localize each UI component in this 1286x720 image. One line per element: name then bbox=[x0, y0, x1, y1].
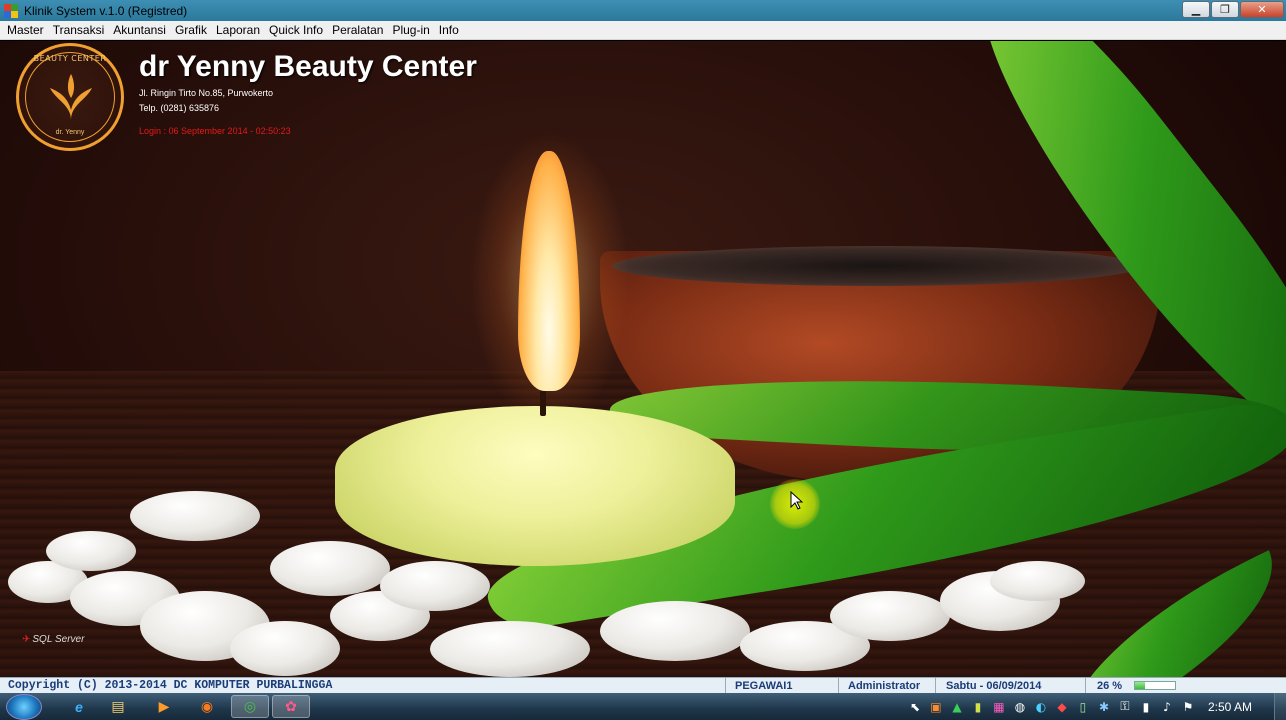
tray-signal-icon[interactable]: ▮ bbox=[1137, 698, 1155, 716]
clinic-logo: BEAUTY CENTER dr. Yenny bbox=[16, 43, 124, 151]
stone bbox=[600, 601, 750, 661]
menu-akuntansi[interactable]: Akuntansi bbox=[109, 23, 170, 37]
stone bbox=[130, 491, 260, 541]
stone bbox=[830, 591, 950, 641]
tray-soccer-icon[interactable]: ◍ bbox=[1011, 698, 1029, 716]
stone bbox=[230, 621, 340, 676]
tray-network-icon[interactable]: ▣ bbox=[927, 698, 945, 716]
menu-plug-in[interactable]: Plug-in bbox=[388, 23, 433, 37]
login-timestamp: Login : 06 September 2014 - 02:50:23 bbox=[139, 126, 291, 136]
tray-antivirus-icon[interactable]: ◆ bbox=[1053, 698, 1071, 716]
taskbar-clock[interactable]: 2:50 AM bbox=[1208, 700, 1252, 714]
phone-line: Telp. (0281) 635876 bbox=[139, 103, 220, 113]
tray-app-icon[interactable]: ▦ bbox=[990, 698, 1008, 716]
desktop-wallpaper bbox=[0, 41, 1286, 677]
stone bbox=[270, 541, 390, 596]
menu-master[interactable]: Master bbox=[3, 23, 48, 37]
progress-bar bbox=[1134, 681, 1176, 690]
tray-power-icon[interactable]: ⚿ bbox=[1116, 698, 1134, 716]
title-bar: Klinik System v.1.0 (Registred) ▁ ❐ ✕ bbox=[0, 0, 1286, 21]
menu-quick-info[interactable]: Quick Info bbox=[265, 23, 327, 37]
tray-flag-icon[interactable]: ⚑ bbox=[1179, 698, 1197, 716]
show-desktop-button[interactable] bbox=[1274, 693, 1286, 720]
bowl-rim bbox=[612, 246, 1142, 286]
menu-grafik[interactable]: Grafik bbox=[171, 23, 211, 37]
tray-usb-icon[interactable]: ▯ bbox=[1074, 698, 1092, 716]
mouse-pointer-icon bbox=[790, 491, 804, 510]
firefox-icon[interactable]: ◉ bbox=[188, 695, 226, 718]
tray-triangle-icon[interactable]: ▲ bbox=[948, 698, 966, 716]
menu-info[interactable]: Info bbox=[435, 23, 463, 37]
tray-sync-icon[interactable]: ◐ bbox=[1032, 698, 1050, 716]
start-button[interactable] bbox=[6, 694, 42, 720]
tray-volume-icon[interactable]: ♪ bbox=[1158, 698, 1176, 716]
address-line: Jl. Ringin Tirto No.85, Purwokerto bbox=[139, 88, 274, 98]
close-button[interactable]: ✕ bbox=[1240, 1, 1284, 18]
status-date: Sabtu - 06/09/2014 bbox=[946, 679, 1042, 692]
minimize-button[interactable]: ▁ bbox=[1182, 1, 1210, 18]
progress-label: 26 % bbox=[1097, 679, 1123, 692]
explorer-icon[interactable]: ▤ bbox=[99, 695, 137, 718]
user-role: PEGAWAI1 bbox=[735, 679, 793, 692]
menu-transaksi[interactable]: Transaksi bbox=[49, 23, 109, 37]
user-name: Administrator bbox=[848, 679, 921, 692]
tray-bluetooth-icon[interactable]: ✱ bbox=[1095, 698, 1113, 716]
stone bbox=[46, 531, 136, 571]
chrome-icon[interactable]: ◎ bbox=[231, 695, 269, 718]
brand-title: dr Yenny Beauty Center bbox=[139, 50, 477, 83]
copyright-text: Copyright (C) 2013-2014 DC KOMPUTER PURB… bbox=[8, 679, 333, 692]
tray-arrow-icon[interactable]: ⬉ bbox=[906, 698, 924, 716]
menu-laporan[interactable]: Laporan bbox=[212, 23, 264, 37]
logo-text: BEAUTY CENTER bbox=[33, 54, 107, 63]
stone bbox=[380, 561, 490, 611]
klinik-app-icon[interactable]: ✿ bbox=[272, 695, 310, 718]
status-bar: Copyright (C) 2013-2014 DC KOMPUTER PURB… bbox=[0, 677, 1286, 694]
tray-battery-icon[interactable]: ▮ bbox=[969, 698, 987, 716]
app-icon bbox=[4, 3, 18, 18]
sql-server-icon: ✈ bbox=[22, 634, 31, 645]
lotus-icon bbox=[50, 74, 92, 120]
stone bbox=[430, 621, 590, 677]
taskbar: e ▤ ▶ ◉ ◎ ✿ ⬉ ▣ ▲ ▮ ▦ ◍ ◐ ◆ ▯ ✱ ⚿ ▮ ♪ ⚑ … bbox=[0, 693, 1286, 720]
media-player-icon[interactable]: ▶ bbox=[145, 695, 183, 718]
system-tray: ⬉ ▣ ▲ ▮ ▦ ◍ ◐ ◆ ▯ ✱ ⚿ ▮ ♪ ⚑ 2:50 AM bbox=[906, 693, 1286, 720]
ie-icon[interactable]: e bbox=[60, 695, 98, 718]
maximize-button[interactable]: ❐ bbox=[1211, 1, 1239, 18]
menu-peralatan[interactable]: Peralatan bbox=[328, 23, 387, 37]
window-title: Klinik System v.1.0 (Registred) bbox=[24, 3, 188, 18]
menu-bar: Master Transaksi Akuntansi Grafik Lapora… bbox=[0, 21, 1286, 40]
sql-server-badge: ✈ SQL Server bbox=[22, 634, 85, 645]
progress-fill bbox=[1135, 682, 1146, 689]
stone bbox=[990, 561, 1085, 601]
logo-subtext: dr. Yenny bbox=[55, 129, 85, 136]
candle-image bbox=[335, 406, 735, 566]
